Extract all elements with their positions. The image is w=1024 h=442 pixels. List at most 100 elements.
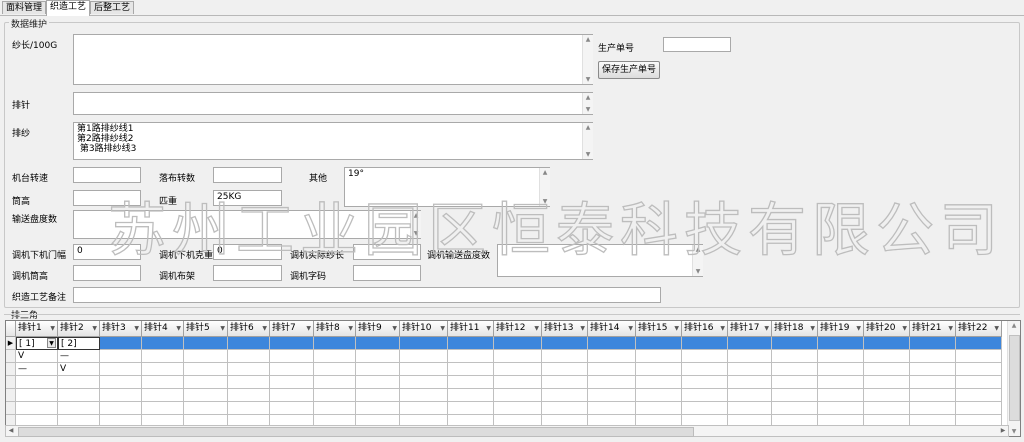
grid-cell[interactable]	[818, 337, 864, 350]
grid-cell[interactable]	[588, 350, 636, 363]
grid-cell[interactable]	[448, 402, 494, 415]
adjust-actual-yarn-length-input[interactable]	[353, 244, 421, 260]
grid-cell[interactable]	[448, 337, 494, 350]
grid-cell[interactable]: [ 2]	[58, 337, 100, 350]
grid-cell[interactable]	[728, 363, 772, 376]
grid-cell[interactable]	[100, 337, 142, 350]
grid-cell[interactable]	[772, 363, 818, 376]
yarn-arrangement-textarea[interactable]: 第1路排纱线1 第2路排纱线2 第3路排纱线3	[73, 122, 593, 160]
weaving-remarks-input[interactable]	[73, 287, 661, 303]
grid-cell[interactable]	[356, 402, 400, 415]
yarn-length-textarea[interactable]	[73, 34, 593, 85]
grid-horizontal-scrollbar[interactable]: ◀ ▶	[5, 425, 1009, 437]
column-header[interactable]: 排针1 ▼	[16, 321, 58, 337]
grid-cell[interactable]	[728, 337, 772, 350]
filter-dropdown-icon[interactable]: ▼	[674, 321, 679, 336]
grid-cell[interactable]	[494, 350, 542, 363]
grid-cell[interactable]	[956, 350, 1002, 363]
adjust-offloom-width-input[interactable]: 0	[73, 244, 141, 260]
grid-cell[interactable]	[314, 402, 356, 415]
grid-cell[interactable]	[956, 337, 1002, 350]
filter-dropdown-icon[interactable]: ▼	[440, 321, 445, 336]
grid-cell[interactable]	[184, 350, 228, 363]
grid-cell[interactable]	[270, 389, 314, 402]
column-header[interactable]: 排针17 ▼	[728, 321, 772, 337]
grid-cell[interactable]	[100, 376, 142, 389]
grid-cell[interactable]	[142, 337, 184, 350]
grid-cell[interactable]	[314, 350, 356, 363]
grid-cell[interactable]	[910, 389, 956, 402]
other-scrollbar[interactable]: ▲ ▼	[539, 168, 550, 206]
yarn-arrangement-scrollbar[interactable]: ▲ ▼	[582, 123, 593, 159]
filter-dropdown-icon[interactable]: ▼	[534, 321, 539, 336]
grid-cell[interactable]	[400, 337, 448, 350]
grid-cell[interactable]	[314, 337, 356, 350]
scroll-up-icon[interactable]: ▲	[1008, 321, 1020, 330]
column-header[interactable]: 排针5 ▼	[184, 321, 228, 337]
column-header[interactable]: 排针12 ▼	[494, 321, 542, 337]
grid-cell[interactable]	[956, 376, 1002, 389]
grid-cell[interactable]	[16, 376, 58, 389]
grid-cell[interactable]	[772, 389, 818, 402]
grid-cell[interactable]	[58, 402, 100, 415]
save-production-number-button[interactable]: 保存生产单号	[598, 61, 660, 79]
filter-dropdown-icon[interactable]: ▼	[486, 321, 491, 336]
needle-arrangement-textarea[interactable]	[73, 92, 593, 115]
scroll-left-icon[interactable]: ◀	[6, 426, 16, 436]
grid-cell[interactable]	[818, 376, 864, 389]
grid-cell[interactable]	[864, 337, 910, 350]
grid-cell[interactable]	[864, 363, 910, 376]
grid-cell[interactable]	[16, 389, 58, 402]
adjust-code-input[interactable]	[353, 265, 421, 281]
grid-cell[interactable]	[682, 337, 728, 350]
scroll-down-icon[interactable]: ▼	[583, 75, 593, 84]
grid-cell[interactable]	[142, 363, 184, 376]
grid-hscroll-thumb[interactable]	[18, 427, 694, 437]
grid-cell[interactable]	[772, 337, 818, 350]
row-indicator[interactable]	[6, 389, 16, 402]
adjust-feed-disc-degree-scrollbar[interactable]: ▲ ▼	[692, 245, 703, 276]
filter-dropdown-icon[interactable]: ▼	[176, 321, 181, 336]
scroll-down-icon[interactable]: ▼	[583, 150, 593, 159]
row-indicator[interactable]	[6, 402, 16, 415]
grid-cell[interactable]	[356, 389, 400, 402]
grid-cell[interactable]	[184, 337, 228, 350]
grid-cell[interactable]	[588, 376, 636, 389]
grid-cell[interactable]	[58, 389, 100, 402]
feed-disc-degree-textarea[interactable]	[73, 210, 421, 239]
grid-cell[interactable]	[910, 376, 956, 389]
grid-cell[interactable]	[772, 402, 818, 415]
column-header[interactable]: 排针8 ▼	[314, 321, 356, 337]
grid-cell[interactable]	[270, 363, 314, 376]
grid-cell[interactable]: —	[58, 350, 100, 363]
grid-cell[interactable]	[58, 376, 100, 389]
triangle-grid[interactable]: 排针1 ▼ 排针2 ▼ 排针3 ▼ 排针4 ▼ 排针5 ▼ 排针6 ▼ 排针7 ▼ 排针8 ▼ 排针9 ▼ 排针10…	[5, 320, 1021, 437]
filter-dropdown-icon[interactable]: ▼	[50, 321, 55, 336]
grid-cell[interactable]	[636, 350, 682, 363]
grid-cell[interactable]	[910, 402, 956, 415]
grid-cell[interactable]	[448, 350, 494, 363]
grid-cell[interactable]	[400, 350, 448, 363]
row-indicator[interactable]	[6, 350, 16, 363]
grid-cell[interactable]	[636, 402, 682, 415]
grid-cell[interactable]	[772, 350, 818, 363]
grid-cell[interactable]	[956, 402, 1002, 415]
column-header[interactable]: 排针4 ▼	[142, 321, 184, 337]
grid-cell[interactable]	[228, 402, 270, 415]
grid-cell[interactable]	[542, 337, 588, 350]
grid-cell[interactable]	[910, 350, 956, 363]
grid-cell[interactable]	[956, 363, 1002, 376]
grid-cell[interactable]	[588, 389, 636, 402]
grid-cell[interactable]	[728, 402, 772, 415]
grid-cell[interactable]	[356, 376, 400, 389]
needle-arrangement-scrollbar[interactable]: ▲ ▼	[582, 93, 593, 114]
filter-dropdown-icon[interactable]: ▼	[134, 321, 139, 336]
column-header[interactable]: 排针20 ▼	[864, 321, 910, 337]
scroll-down-icon[interactable]: ▼	[583, 105, 593, 114]
grid-cell[interactable]	[356, 350, 400, 363]
scroll-up-icon[interactable]: ▲	[540, 168, 550, 177]
grid-cell[interactable]	[100, 363, 142, 376]
tab-weaving-process[interactable]: 织造工艺	[46, 0, 90, 16]
grid-cell[interactable]	[682, 350, 728, 363]
grid-cell[interactable]	[400, 376, 448, 389]
